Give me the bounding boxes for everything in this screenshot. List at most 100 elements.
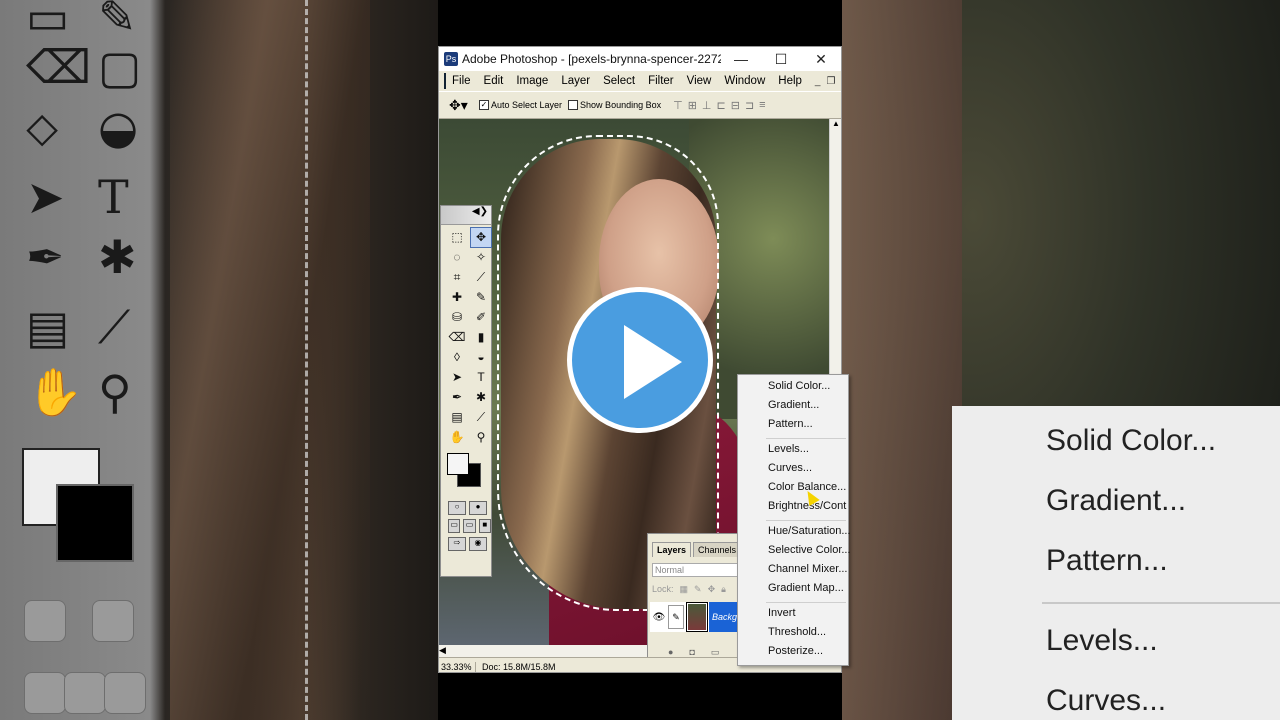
align-hcenter-icon[interactable]: ⊟	[731, 99, 740, 112]
quick-mask-icon[interactable]: ●	[469, 501, 487, 515]
menu-item-posterize[interactable]: Posterize...	[768, 645, 823, 657]
zoomed-menu-item: Pattern...	[1046, 544, 1168, 577]
close-button[interactable]: ✕	[801, 51, 841, 68]
doc-minimize-icon[interactable]: _	[815, 76, 821, 87]
zoomed-menu-item: Curves...	[1046, 684, 1167, 717]
menu-window[interactable]: Window	[724, 75, 765, 87]
menu-item-levels[interactable]: Levels...	[768, 443, 809, 455]
menu-item-gradient-map[interactable]: Gradient Map...	[768, 582, 844, 594]
eyedropper-tool-icon[interactable]: ⟋	[471, 408, 491, 427]
lasso-tool-icon[interactable]: ◌	[447, 248, 467, 267]
lock-transparency-icon[interactable]: ▦	[680, 584, 689, 595]
zoom-tool-icon[interactable]: ⚲	[471, 428, 491, 447]
menu-view[interactable]: View	[687, 75, 712, 87]
video-play-button[interactable]	[567, 287, 713, 433]
auto-select-layer-label: Auto Select Layer	[491, 100, 563, 110]
maximize-button[interactable]: ☐	[761, 51, 801, 68]
doc-restore-icon[interactable]: ❐	[826, 76, 835, 87]
jump-to-imageready-icon[interactable]: ⇨	[448, 537, 466, 551]
zoomed-screen-icon	[104, 672, 146, 714]
menu-file[interactable]: File	[452, 75, 471, 87]
menu-item-threshold[interactable]: Threshold...	[768, 626, 826, 638]
menu-image[interactable]: Image	[516, 75, 548, 87]
mask-modes: ○ ●	[441, 497, 491, 515]
align-vcenter-icon[interactable]: ⊞	[688, 99, 697, 112]
play-icon	[624, 325, 682, 399]
align-right-icon[interactable]: ⊐	[745, 99, 754, 112]
menu-item-channel-mixer[interactable]: Channel Mixer...	[768, 563, 847, 575]
path-select-icon[interactable]: ➤	[447, 368, 467, 387]
screen-mode-full-icon[interactable]: ▭	[463, 519, 476, 533]
screen-mode-black-icon[interactable]: ■	[478, 519, 491, 533]
zoomed-path-select-icon: ➤	[26, 170, 65, 224]
menu-item-invert[interactable]: Invert	[768, 607, 796, 619]
slice-tool-icon[interactable]: ⟋	[471, 268, 491, 287]
menu-help[interactable]: Help	[778, 75, 802, 87]
lock-brush-icon[interactable]: ✎	[694, 584, 702, 595]
scroll-up-icon[interactable]: ▲	[830, 119, 841, 128]
jump-to-icon[interactable]: ◉	[469, 537, 487, 551]
move-tool-preset-icon[interactable]: ✥▾	[449, 97, 479, 114]
menu-edit[interactable]: Edit	[484, 75, 504, 87]
move-tool-icon[interactable]: ✥	[470, 227, 492, 248]
menu-item-curves[interactable]: Curves...	[768, 462, 812, 474]
menu-separator	[766, 520, 846, 521]
menu-item-selective-color[interactable]: Selective Color...	[768, 544, 851, 556]
clone-stamp-icon[interactable]: ⛁	[447, 308, 467, 327]
visibility-eye-icon[interactable]: 👁︎	[650, 612, 668, 623]
scroll-left-icon[interactable]: ◀	[439, 645, 446, 655]
layer-brush-icon: ✎	[668, 605, 684, 629]
hand-tool-icon[interactable]: ✋	[447, 428, 467, 447]
layer-thumbnail	[686, 602, 708, 632]
shape-tool-icon[interactable]: ✱	[471, 388, 491, 407]
document-size: Doc: 15.8M/15.8M	[482, 661, 556, 672]
align-bottom-icon[interactable]: ⊥	[702, 99, 712, 112]
zoom-level[interactable]: 33.33%	[439, 661, 476, 672]
distribute-icon[interactable]: ≡	[759, 99, 765, 112]
tab-channels[interactable]: Channels	[693, 542, 742, 557]
lock-move-icon[interactable]: ✥	[708, 584, 716, 595]
zoomed-tool-icon: ✎	[98, 0, 137, 44]
menu-select[interactable]: Select	[603, 75, 635, 87]
pen-tool-icon[interactable]: ✒	[447, 388, 467, 407]
align-top-icon[interactable]: ⊤	[673, 99, 683, 112]
show-bounding-box-checkbox[interactable]: Show Bounding Box	[568, 100, 661, 110]
auto-select-layer-checkbox[interactable]: ✓ Auto Select Layer	[479, 100, 562, 110]
foreground-color-swatch[interactable]	[447, 453, 469, 475]
minimize-button[interactable]: —	[721, 51, 761, 67]
menu-item-gradient[interactable]: Gradient...	[768, 399, 819, 411]
doc-close-icon[interactable]: ✕	[841, 76, 842, 87]
menu-layer[interactable]: Layer	[561, 75, 590, 87]
menu-item-hue-saturation[interactable]: Hue/Saturation...	[768, 525, 851, 537]
align-left-icon[interactable]: ⊏	[717, 99, 726, 112]
blur-tool-icon[interactable]: ◊	[447, 348, 467, 367]
marquee-tool-icon[interactable]: ⬚	[447, 228, 467, 247]
type-tool-icon[interactable]: T	[471, 368, 491, 387]
history-brush-icon[interactable]: ✐	[471, 308, 491, 327]
options-bar: ✥▾ ✓ Auto Select Layer Show Bounding Box…	[439, 91, 841, 119]
crop-tool-icon[interactable]: ⌗	[447, 268, 467, 287]
healing-brush-icon[interactable]: ✚	[447, 288, 467, 307]
menu-bar: File Edit Image Layer Select Filter View…	[439, 71, 841, 91]
zoomed-mode-icon	[24, 600, 66, 642]
menu-separator	[766, 602, 846, 603]
gradient-tool-icon[interactable]: ▮	[471, 328, 491, 347]
blend-mode-select[interactable]: Normal	[652, 563, 740, 577]
eraser-tool-icon[interactable]: ⌫	[447, 328, 467, 347]
notes-tool-icon[interactable]: ▤	[447, 408, 467, 427]
background-shoulder-blur	[842, 0, 962, 720]
menu-item-solid-color[interactable]: Solid Color...	[768, 380, 830, 392]
title-bar: Ps Adobe Photoshop - [pexels-brynna-spen…	[439, 47, 841, 71]
standard-mode-icon[interactable]: ○	[448, 501, 466, 515]
magic-wand-tool-icon[interactable]: ✧	[471, 248, 491, 267]
zoomed-context-menu: Solid Color... Gradient... Pattern... Le…	[952, 406, 1280, 720]
toolbox: ◀❯ ⬚ ✥ ◌ ✧ ⌗ ⟋ ✚ ✎ ⛁ ✐ ⌫ ▮ ◊ ◒ ➤ T ✒ ✱ ▤	[440, 205, 492, 577]
menu-filter[interactable]: Filter	[648, 75, 674, 87]
screen-mode-standard-icon[interactable]: ▭	[448, 519, 461, 533]
tab-layers[interactable]: Layers	[652, 542, 692, 557]
show-bounding-box-label: Show Bounding Box	[580, 100, 662, 110]
dodge-tool-icon[interactable]: ◒	[471, 348, 491, 367]
brush-tool-icon[interactable]: ✎	[471, 288, 491, 307]
lock-all-icon[interactable]: 🔒︎	[721, 584, 726, 595]
menu-item-pattern[interactable]: Pattern...	[768, 418, 813, 430]
